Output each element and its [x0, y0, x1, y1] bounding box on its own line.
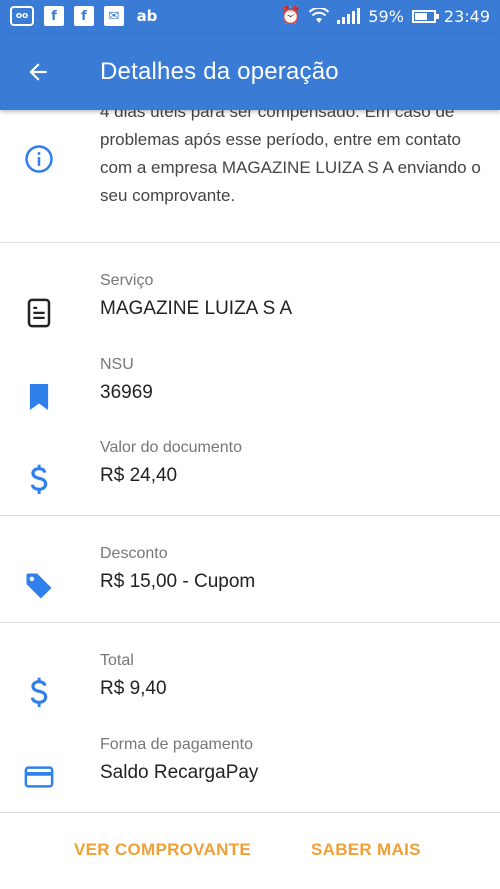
nsu-value: 36969 [100, 382, 153, 403]
wifi-icon [309, 8, 330, 23]
payment-method-label: Forma de pagamento [100, 736, 253, 753]
credit-card-icon-wrap [22, 760, 56, 794]
divider [0, 515, 500, 516]
payment-method-value: Saldo RecargaPay [100, 762, 259, 783]
info-message: 4 dias úteis para ser compensado. Em cas… [0, 110, 500, 242]
discount-value: R$ 15,00 - Cupom [100, 571, 256, 592]
battery-icon [411, 9, 439, 23]
info-icon-wrap [22, 142, 56, 176]
total-label: Total [100, 652, 134, 669]
action-bar: VER COMPROVANTE SABER MAIS [0, 812, 500, 889]
receipt-icon-wrap [22, 296, 56, 330]
bookmark-icon [29, 384, 49, 410]
document-value-label: Valor do documento [100, 439, 243, 456]
detail-row-document-value: Valor do documento R$ 24,40 [0, 439, 500, 515]
operation-details: 4 dias úteis para ser compensado. Em cas… [0, 110, 500, 889]
app-bar: Detalhes da operação [0, 34, 500, 110]
system-status: ⏰ 59% 23:49 [280, 6, 490, 26]
voicemail-icon: oo [10, 6, 34, 26]
detail-row-total: Total R$ 9,40 [0, 652, 500, 728]
info-icon [25, 145, 53, 173]
dollar-icon-wrap [22, 463, 56, 497]
dollar-icon [30, 677, 48, 707]
view-receipt-button[interactable]: VER COMPROVANTE [74, 840, 251, 860]
dollar-icon-wrap [22, 676, 56, 710]
divider [0, 242, 500, 243]
back-button[interactable] [14, 48, 62, 96]
app-icon: ab [136, 7, 158, 25]
battery-percent: 59% [368, 6, 404, 26]
discount-label: Desconto [100, 545, 168, 562]
service-label: Serviço [100, 272, 154, 289]
service-value: MAGAZINE LUIZA S A [100, 298, 293, 319]
detail-row-payment-method: Forma de pagamento Saldo RecargaPay [0, 736, 500, 812]
facebook-icon: f [74, 6, 94, 26]
credit-card-icon [24, 766, 54, 788]
detail-row-nsu: NSU 36969 [0, 356, 500, 432]
tag-icon-wrap [22, 569, 56, 603]
dollar-icon [30, 464, 48, 494]
status-bar: oo f f ✉ ab ⏰ 59% 23:49 [0, 0, 500, 34]
signal-icon [337, 8, 361, 24]
info-text: 4 dias úteis para ser compensado. Em cas… [100, 110, 481, 205]
detail-row-service: Serviço MAGAZINE LUIZA S A [0, 272, 500, 348]
nsu-label: NSU [100, 356, 134, 373]
learn-more-button[interactable]: SABER MAIS [311, 840, 421, 860]
divider [0, 622, 500, 623]
mail-icon: ✉ [104, 6, 124, 26]
clock: 23:49 [443, 6, 490, 26]
receipt-icon [27, 298, 51, 328]
detail-row-discount: Desconto R$ 15,00 - Cupom [0, 545, 500, 621]
bookmark-icon-wrap [22, 380, 56, 414]
battery-level [414, 12, 427, 20]
facebook-icon: f [44, 6, 64, 26]
tag-icon [26, 573, 52, 599]
arrow-back-icon [29, 63, 47, 81]
alarm-icon: ⏰ [280, 6, 302, 26]
total-value: R$ 9,40 [100, 678, 167, 699]
page-title: Detalhes da operação [100, 58, 339, 85]
notification-icons: oo f f ✉ ab [10, 6, 160, 26]
document-value-value: R$ 24,40 [100, 465, 178, 486]
